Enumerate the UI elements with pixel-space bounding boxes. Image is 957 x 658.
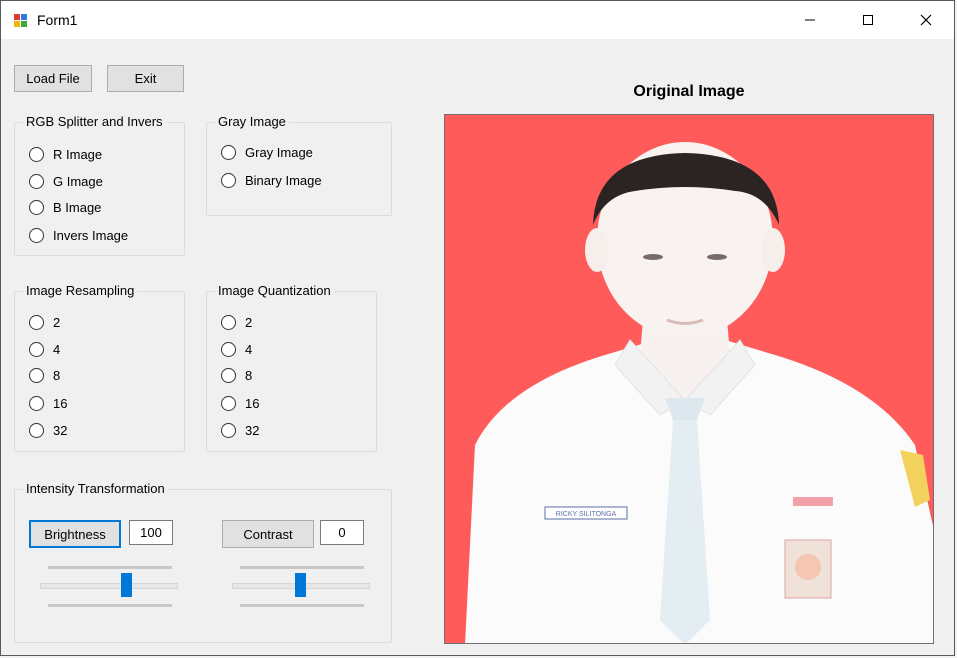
radio-circle[interactable] [221, 423, 236, 438]
slider-track[interactable] [40, 583, 178, 589]
radio-circle[interactable] [221, 342, 236, 357]
radio-label: 8 [53, 368, 61, 383]
maximize-icon [863, 15, 873, 25]
load-file-button[interactable]: Load File [14, 65, 92, 92]
radio-label: 4 [53, 342, 61, 357]
radio-label: 16 [53, 396, 68, 411]
radio-circle[interactable] [221, 173, 236, 188]
brightness-value-field[interactable]: 100 [129, 520, 173, 545]
contrast-button[interactable]: Contrast [222, 520, 314, 548]
rgb-splitter-group: RGB Splitter and Invers R Image G Image … [14, 114, 185, 256]
image-quantization-group-title: Image Quantization [215, 283, 334, 298]
close-icon [920, 14, 932, 26]
radio-b-image[interactable]: B Image [29, 200, 101, 215]
radio-circle[interactable] [29, 174, 44, 189]
close-button[interactable] [897, 1, 955, 39]
image-resampling-group: Image Resampling 2 4 8 16 32 [14, 283, 185, 452]
radio-circle[interactable] [221, 396, 236, 411]
radio-quantization-16[interactable]: 16 [221, 396, 259, 411]
gray-image-group: Gray Image Gray Image Binary Image [206, 114, 392, 216]
radio-label: Invers Image [53, 228, 129, 243]
radio-label: R Image [53, 147, 103, 162]
contrast-slider[interactable] [232, 566, 372, 610]
form-app-icon [14, 14, 27, 27]
radio-label: 4 [245, 342, 253, 357]
intensity-transformation-group: Intensity Transformation Brightness 100 … [14, 481, 392, 643]
radio-label: 32 [245, 423, 260, 438]
image-caption: Original Image [633, 83, 745, 100]
radio-r-image[interactable]: R Image [29, 147, 102, 162]
radio-resampling-16[interactable]: 16 [29, 396, 67, 411]
radio-quantization-32[interactable]: 32 [221, 423, 259, 438]
radio-label: Gray Image [245, 145, 313, 160]
original-image-picturebox: RICKY SILITONGA [444, 114, 934, 644]
slider-ticks-top [48, 566, 172, 569]
portrait-photo: RICKY SILITONGA [445, 115, 933, 643]
minimize-button[interactable] [781, 1, 839, 39]
radio-circle[interactable] [29, 228, 44, 243]
radio-circle[interactable] [29, 368, 44, 383]
exit-button[interactable]: Exit [107, 65, 184, 92]
radio-label: B Image [53, 200, 102, 215]
image-quantization-group: Image Quantization 2 4 8 16 32 [206, 283, 377, 452]
slider-ticks-bottom [48, 604, 172, 607]
radio-binary-image[interactable]: Binary Image [221, 173, 322, 188]
main-window: Form1 Load File Exit RGB Splitter and In… [0, 0, 955, 656]
radio-resampling-8[interactable]: 8 [29, 368, 60, 383]
radio-quantization-4[interactable]: 4 [221, 342, 252, 357]
brightness-button[interactable]: Brightness [29, 520, 121, 548]
rgb-splitter-group-title: RGB Splitter and Invers [23, 114, 166, 129]
radio-label: G Image [53, 174, 103, 189]
radio-circle[interactable] [221, 145, 236, 160]
radio-quantization-8[interactable]: 8 [221, 368, 252, 383]
minimize-icon [805, 19, 815, 21]
radio-circle[interactable] [29, 200, 44, 215]
slider-thumb[interactable] [295, 573, 306, 597]
intensity-transformation-group-title: Intensity Transformation [23, 481, 168, 496]
radio-label: Binary Image [245, 173, 322, 188]
radio-resampling-32[interactable]: 32 [29, 423, 67, 438]
title-bar: Form1 [1, 1, 954, 39]
radio-circle[interactable] [29, 423, 44, 438]
slider-ticks-bottom [240, 604, 364, 607]
maximize-button[interactable] [839, 1, 897, 39]
radio-label: 2 [53, 315, 61, 330]
radio-circle[interactable] [221, 315, 236, 330]
radio-g-image[interactable]: G Image [29, 174, 103, 189]
contrast-value-field[interactable]: 0 [320, 520, 364, 545]
radio-gray-image[interactable]: Gray Image [221, 145, 313, 160]
radio-circle[interactable] [29, 147, 44, 162]
gray-image-group-title: Gray Image [215, 114, 289, 129]
radio-circle[interactable] [29, 396, 44, 411]
radio-circle[interactable] [221, 368, 236, 383]
radio-label: 16 [245, 396, 260, 411]
radio-quantization-2[interactable]: 2 [221, 315, 252, 330]
window-title: Form1 [37, 12, 78, 28]
radio-resampling-4[interactable]: 4 [29, 342, 60, 357]
radio-invers-image[interactable]: Invers Image [29, 228, 128, 243]
radio-circle[interactable] [29, 342, 44, 357]
slider-ticks-top [240, 566, 364, 569]
radio-label: 8 [245, 368, 253, 383]
radio-resampling-2[interactable]: 2 [29, 315, 60, 330]
image-resampling-group-title: Image Resampling [23, 283, 138, 298]
slider-thumb[interactable] [121, 573, 132, 597]
radio-circle[interactable] [29, 315, 44, 330]
radio-label: 2 [245, 315, 253, 330]
brightness-slider[interactable] [40, 566, 180, 610]
radio-label: 32 [53, 423, 68, 438]
name-tag-text: RICKY SILITONGA [556, 511, 617, 518]
